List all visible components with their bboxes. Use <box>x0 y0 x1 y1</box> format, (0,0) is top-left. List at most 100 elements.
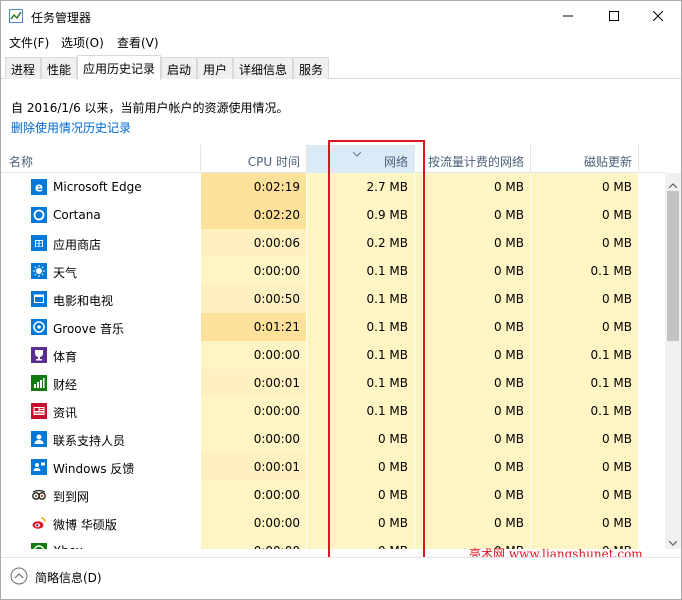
tile-updates-cell: 0 MB <box>531 229 639 257</box>
metered-network-cell: 0 MB <box>415 481 531 509</box>
metered-network-cell: 0 MB <box>415 369 531 397</box>
cpu-time-cell: 0:01:21 <box>201 313 307 341</box>
app-name: 体育 <box>53 350 78 364</box>
title-bar[interactable]: 任务管理器 <box>1 1 681 32</box>
app-name: 微博 华硕版 <box>53 518 117 532</box>
contact-support-icon <box>31 431 47 447</box>
table-row[interactable]: Windows 反馈 0:00:01 0 MB 0 MB 0 MB <box>1 453 665 481</box>
table-row[interactable]: e Microsoft Edge 0:02:19 2.7 MB 0 MB 0 MB <box>1 173 665 201</box>
task-manager-icon <box>9 9 23 23</box>
column-header-tile-updates[interactable]: 磁贴更新 <box>531 145 639 173</box>
close-button[interactable] <box>635 1 681 31</box>
column-header-cpu-time[interactable]: CPU 时间 <box>201 145 307 173</box>
table-row[interactable]: Groove 音乐 0:01:21 0.1 MB 0 MB 0 MB <box>1 313 665 341</box>
table-row[interactable]: 到到网 0:00:00 0 MB 0 MB 0 MB <box>1 481 665 509</box>
vertical-scrollbar[interactable] <box>665 173 681 549</box>
cpu-time-cell: 0:02:19 <box>201 173 307 201</box>
table-row[interactable]: 联系支持人员 0:00:00 0 MB 0 MB 0 MB <box>1 425 665 453</box>
app-name: 到到网 <box>53 490 90 504</box>
network-cell: 0.1 MB <box>307 341 415 369</box>
tripadvisor-icon <box>31 487 47 503</box>
window-title: 任务管理器 <box>31 11 92 25</box>
scroll-down-icon[interactable] <box>668 535 678 549</box>
cpu-time-cell: 0:00:00 <box>201 537 307 549</box>
feedback-icon <box>31 459 47 475</box>
metered-network-cell: 0 MB <box>415 425 531 453</box>
tab-details[interactable]: 详细信息 <box>233 57 294 79</box>
metered-network-cell: 0 MB <box>415 285 531 313</box>
network-cell: 0 MB <box>307 509 415 537</box>
cpu-time-cell: 0:00:00 <box>201 341 307 369</box>
cpu-time-cell: 0:00:00 <box>201 425 307 453</box>
tile-updates-cell: 0 MB <box>531 313 639 341</box>
cortana-icon <box>31 207 47 223</box>
table-header: 名称 CPU 时间 网络 按流量计费的网络 磁贴更新 <box>1 145 665 173</box>
delete-usage-history-link[interactable]: 删除使用情况历史记录 <box>11 119 131 136</box>
tile-updates-cell: 0 MB <box>531 173 639 201</box>
weather-icon <box>31 263 47 279</box>
news-icon <box>31 403 47 419</box>
cpu-time-cell: 0:00:01 <box>201 369 307 397</box>
table-row[interactable]: 资讯 0:00:00 0.1 MB 0 MB 0.1 MB <box>1 397 665 425</box>
groove-icon <box>31 319 47 335</box>
cpu-time-cell: 0:02:20 <box>201 201 307 229</box>
footer-bar: 简略信息(D) <box>1 557 681 599</box>
network-cell: 0.1 MB <box>307 397 415 425</box>
app-history-list: e Microsoft Edge 0:02:19 2.7 MB 0 MB 0 MB Cort… <box>1 173 665 549</box>
column-header-network[interactable]: 网络 <box>307 145 415 173</box>
column-header-metered-label: 按流量计费的网络 <box>427 155 524 169</box>
tile-updates-cell: 0 MB <box>531 201 639 229</box>
metered-network-cell: 0 MB <box>415 341 531 369</box>
minimize-button[interactable] <box>545 1 591 31</box>
metered-network-cell: 0 MB <box>415 173 531 201</box>
table-row[interactable]: 微博 华硕版 0:00:00 0 MB 0 MB 0 MB <box>1 509 665 537</box>
tab-performance[interactable]: 性能 <box>41 57 78 79</box>
tab-bar: 进程 性能 应用历史记录 启动 用户 详细信息 服务 <box>1 55 681 80</box>
network-cell: 2.7 MB <box>307 173 415 201</box>
tab-services[interactable]: 服务 <box>293 57 330 79</box>
usage-since-text: 自 2016/1/6 以来，当前用户帐户的资源使用情况。 <box>11 101 289 115</box>
table-row[interactable]: 财经 0:00:01 0.1 MB 0 MB 0.1 MB <box>1 369 665 397</box>
menu-bar: 文件(F) 选项(O) 查看(V) <box>1 32 681 52</box>
metered-network-cell: 0 MB <box>415 453 531 481</box>
table-row[interactable]: 天气 0:00:00 0.1 MB 0 MB 0.1 MB <box>1 257 665 285</box>
tile-updates-cell: 0.1 MB <box>531 257 639 285</box>
tab-app-history[interactable]: 应用历史记录 <box>77 55 162 80</box>
tab-startup[interactable]: 启动 <box>161 57 198 79</box>
table-row[interactable]: 电影和电视 0:00:50 0.1 MB 0 MB 0 MB <box>1 285 665 313</box>
scroll-up-icon[interactable] <box>668 177 678 191</box>
movies-icon <box>31 291 47 307</box>
menu-options[interactable]: 选项(O) <box>61 34 104 51</box>
table-row[interactable]: Cortana 0:02:20 0.9 MB 0 MB 0 MB <box>1 201 665 229</box>
scroll-thumb[interactable] <box>667 191 679 341</box>
column-header-metered-network[interactable]: 按流量计费的网络 <box>415 145 531 173</box>
network-cell: 0.2 MB <box>307 229 415 257</box>
tile-updates-cell: 0 MB <box>531 285 639 313</box>
metered-network-cell: 0 MB <box>415 397 531 425</box>
svg-text:e: e <box>35 181 43 195</box>
network-cell: 0 MB <box>307 481 415 509</box>
column-header-name[interactable]: 名称 <box>1 145 201 173</box>
chevron-up-circle-icon[interactable] <box>10 567 28 585</box>
cpu-time-cell: 0:00:00 <box>201 481 307 509</box>
app-name: 应用商店 <box>53 238 102 252</box>
menu-view[interactable]: 查看(V) <box>117 34 159 51</box>
tab-users[interactable]: 用户 <box>197 57 234 79</box>
tile-updates-cell: 0.1 MB <box>531 397 639 425</box>
tile-updates-cell: 0.1 MB <box>531 369 639 397</box>
app-name: Xbox <box>53 544 83 549</box>
column-header-network-label: 网络 <box>383 155 408 169</box>
table-row[interactable]: 应用商店 0:00:06 0.2 MB 0 MB 0 MB <box>1 229 665 257</box>
app-name: 天气 <box>53 266 78 280</box>
cpu-time-cell: 0:00:06 <box>201 229 307 257</box>
edge-icon: e <box>31 179 47 195</box>
task-manager-window: 任务管理器 文件(F) 选项(O) 查看(V) 进程 性能 应用历史记录 启动 … <box>0 0 682 600</box>
maximize-button[interactable] <box>591 1 637 31</box>
menu-file[interactable]: 文件(F) <box>9 34 49 51</box>
network-cell: 0.1 MB <box>307 369 415 397</box>
app-name: 资讯 <box>53 406 78 420</box>
table-row[interactable]: 体育 0:00:00 0.1 MB 0 MB 0.1 MB <box>1 341 665 369</box>
fewer-details-button[interactable]: 简略信息(D) <box>35 569 102 586</box>
tile-updates-cell: 0 MB <box>531 509 639 537</box>
tab-processes[interactable]: 进程 <box>5 57 42 79</box>
